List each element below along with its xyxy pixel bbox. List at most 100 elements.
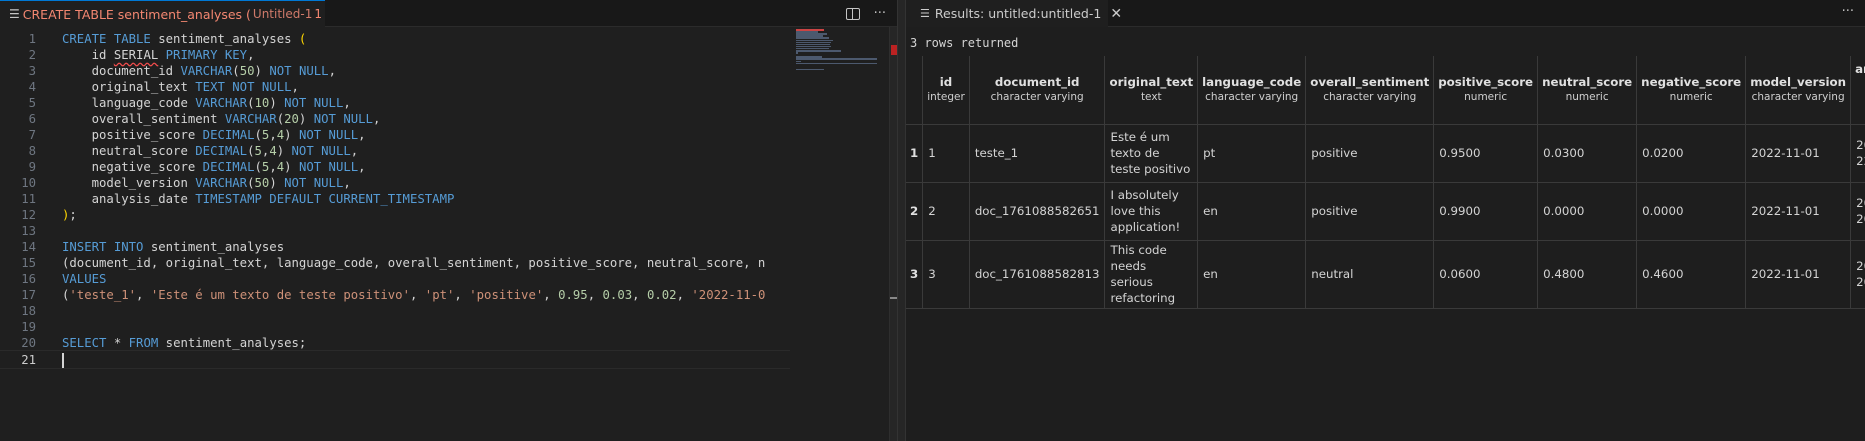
code-token: DECIMAL bbox=[195, 144, 248, 158]
table-cell[interactable]: 0.0200 bbox=[1636, 124, 1747, 183]
table-cell[interactable]: positive bbox=[1305, 124, 1435, 183]
table-cell[interactable]: 0.0300 bbox=[1537, 124, 1638, 183]
table-cell[interactable]: I absolutely love this application! bbox=[1104, 182, 1199, 241]
code-token: language_code bbox=[62, 96, 196, 110]
table-row[interactable]: 2 2 doc_1761088582651 I absolutely love thi… bbox=[906, 182, 1865, 241]
code-token: overall_sentiment bbox=[62, 112, 225, 126]
table-cell[interactable]: 2022-11-01 bbox=[1745, 240, 1852, 309]
code-token: PRIMARY KEY bbox=[158, 48, 248, 62]
table-cell[interactable]: positive bbox=[1305, 182, 1435, 241]
table-cell[interactable]: This code needs serious refactoring bbox=[1104, 240, 1199, 309]
column-header[interactable]: original_text text bbox=[1104, 56, 1199, 125]
sql-file-icon: ☰ bbox=[9, 7, 20, 21]
code-token: NOT NULL bbox=[298, 128, 359, 142]
code-token: ( bbox=[247, 96, 255, 110]
close-icon[interactable]: ✕ bbox=[1110, 6, 1122, 22]
code-token: positive_score bbox=[62, 128, 203, 142]
table-cell[interactable]: 2 bbox=[922, 182, 970, 241]
code-token: VARCHAR bbox=[195, 176, 248, 190]
more-actions-icon[interactable]: ··· bbox=[874, 6, 886, 21]
code-token: , bbox=[291, 80, 299, 94]
table-cell[interactable]: 2025-10-21 22:19:53.80 bbox=[1850, 124, 1865, 183]
table-cell[interactable]: Este é um texto de teste positivo bbox=[1104, 124, 1199, 183]
code-token: 10 bbox=[254, 96, 270, 110]
pane-divider[interactable] bbox=[897, 0, 906, 441]
column-header[interactable] bbox=[906, 56, 924, 125]
code-token: ) bbox=[254, 64, 270, 78]
column-name: document_id bbox=[994, 75, 1080, 90]
code-token: 0.02 bbox=[646, 288, 677, 302]
column-header[interactable]: model_version character varying bbox=[1745, 56, 1852, 125]
more-actions-icon[interactable]: ··· bbox=[1842, 4, 1854, 19]
code-token: 50 bbox=[254, 176, 270, 190]
table-header-row: id integer document_id character varying ori… bbox=[906, 56, 1865, 125]
code-token: analysis_date bbox=[62, 192, 196, 206]
editor-tab[interactable]: ☰ CREATE TABLE sentiment_analyses ( Unti… bbox=[0, 0, 325, 27]
row-number: 3 bbox=[906, 240, 924, 309]
code-token: 4 bbox=[269, 144, 277, 158]
code-token: VARCHAR bbox=[224, 112, 277, 126]
results-tab[interactable]: ☰ Results: untitled:untitled-1 ✕ bbox=[906, 0, 1122, 27]
code-token: NOT NULL bbox=[313, 112, 373, 126]
column-header[interactable]: overall_sentiment character varying bbox=[1305, 56, 1435, 125]
code-token: VARCHAR bbox=[195, 96, 248, 110]
code-token: ( bbox=[276, 112, 285, 126]
column-header[interactable]: negative_score numeric bbox=[1636, 56, 1747, 125]
table-cell[interactable]: 2025-10-21 20:16:25.74 bbox=[1850, 240, 1865, 309]
table-cell[interactable]: doc_1761088582813 bbox=[969, 240, 1106, 309]
table-cell[interactable]: 2025-10-21 20:16:25.59 bbox=[1850, 182, 1865, 241]
table-cell[interactable]: en bbox=[1197, 240, 1307, 309]
code-token: ) bbox=[284, 128, 299, 142]
column-name: positive_score bbox=[1438, 75, 1534, 90]
column-header[interactable]: document_id character varying bbox=[969, 56, 1106, 125]
table-cell[interactable]: 0.9500 bbox=[1433, 124, 1539, 183]
table-cell[interactable]: 1 bbox=[922, 124, 970, 183]
table-cell[interactable]: pt bbox=[1197, 124, 1307, 183]
code-token: sentiment_analyses bbox=[158, 32, 299, 46]
table-cell[interactable]: 2022-11-01 bbox=[1745, 182, 1852, 241]
table-cell[interactable]: 3 bbox=[922, 240, 970, 309]
code-token: , bbox=[409, 288, 425, 302]
code-token: , bbox=[350, 144, 359, 158]
table-cell[interactable]: 0.0000 bbox=[1636, 182, 1747, 241]
split-editor-icon[interactable] bbox=[845, 7, 860, 20]
text-cursor bbox=[62, 353, 64, 368]
code-line[interactable]: 21 bbox=[0, 350, 790, 369]
table-row[interactable]: 3 3 doc_1761088582813 This code needs serio… bbox=[906, 240, 1865, 309]
column-header[interactable]: language_code character varying bbox=[1197, 56, 1307, 125]
column-header[interactable]: id integer bbox=[922, 56, 970, 125]
minimap[interactable] bbox=[790, 27, 890, 441]
code-token: ( bbox=[298, 32, 307, 46]
code-token: sentiment_analyses; bbox=[165, 336, 307, 350]
column-header[interactable]: analysis_datetimestamp without time zone bbox=[1850, 56, 1865, 125]
minimap-line bbox=[796, 50, 842, 52]
code-token: DECIMAL bbox=[202, 160, 255, 174]
code-token: ) bbox=[298, 112, 314, 126]
code-editor[interactable]: 1 CREATE TABLE sentiment_analyses (2 id S… bbox=[0, 30, 790, 441]
column-type: numeric bbox=[1669, 91, 1713, 104]
code-token: 'teste_1' bbox=[69, 288, 137, 302]
table-cell[interactable]: doc_1761088582651 bbox=[969, 182, 1106, 241]
code-token: (document_id, original_text, language_co… bbox=[62, 256, 766, 270]
table-cell[interactable]: 0.4600 bbox=[1636, 240, 1747, 309]
code-token: 5 bbox=[254, 144, 262, 158]
table-cell[interactable]: 0.9900 bbox=[1433, 182, 1539, 241]
column-header[interactable]: positive_score numeric bbox=[1433, 56, 1539, 125]
code-token: ( bbox=[254, 128, 262, 142]
table-row[interactable]: 1 1 teste_1 Este é um texto de teste positi… bbox=[906, 124, 1865, 183]
column-header[interactable]: neutral_score numeric bbox=[1537, 56, 1638, 125]
table-cell[interactable]: 0.0600 bbox=[1433, 240, 1539, 309]
results-pane: ☰ Results: untitled:untitled-1 ✕ ··· 3 r… bbox=[906, 0, 1865, 441]
column-name: id bbox=[939, 75, 953, 90]
table-cell[interactable]: 0.4800 bbox=[1537, 240, 1638, 309]
editor-tab-bar: ☰ CREATE TABLE sentiment_analyses ( Unti… bbox=[0, 0, 897, 27]
table-cell[interactable]: neutral bbox=[1305, 240, 1435, 309]
table-cell[interactable]: en bbox=[1197, 182, 1307, 241]
code-token: 20 bbox=[284, 112, 299, 126]
editor-scrollbar[interactable] bbox=[889, 27, 898, 441]
table-cell[interactable]: 0.0000 bbox=[1537, 182, 1638, 241]
table-cell[interactable]: teste_1 bbox=[969, 124, 1106, 183]
code-token: model_version bbox=[62, 176, 196, 190]
column-type: character varying bbox=[990, 91, 1084, 104]
table-cell[interactable]: 2022-11-01 bbox=[1745, 124, 1852, 183]
